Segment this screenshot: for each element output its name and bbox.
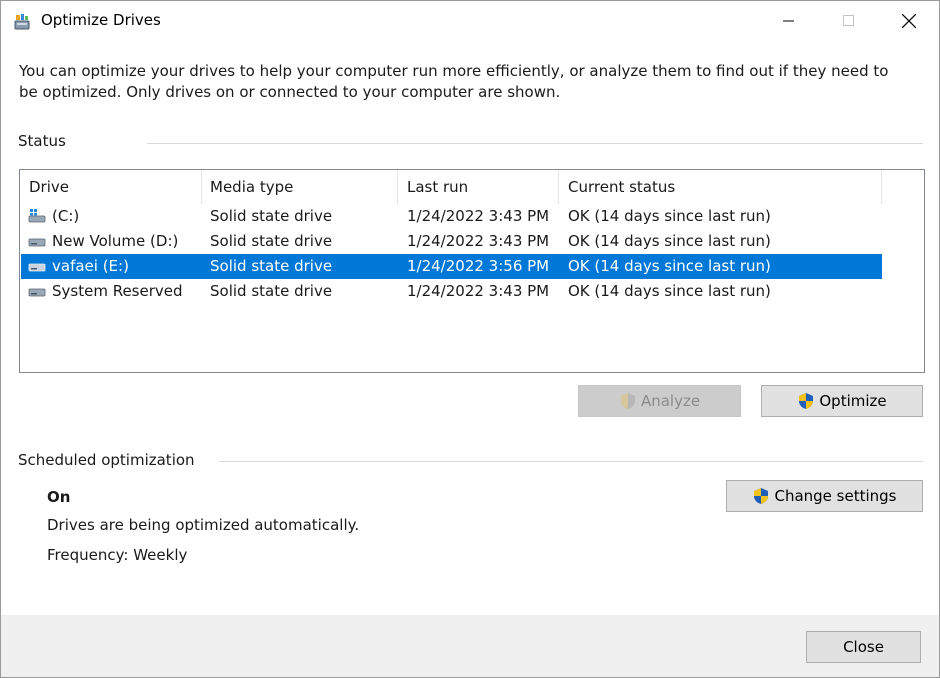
title-bar[interactable]: Optimize Drives [1,1,939,41]
status-separator [147,143,923,144]
drive-name: New Volume (D:) [52,232,179,250]
drives-list[interactable]: Drive Media type Last run Current status… [19,169,925,373]
optimize-label: Optimize [819,392,887,410]
drive-name: System Reserved [52,282,183,300]
drive-name: (C:) [52,207,80,225]
column-header-drive[interactable]: Drive [20,170,201,204]
last-run: 1/24/2022 3:43 PM [407,232,550,250]
last-run: 1/24/2022 3:43 PM [407,207,550,225]
minimize-icon [783,20,794,22]
schedule-state: On [47,488,71,506]
column-header-media-type[interactable]: Media type [201,170,397,204]
status-label: Status [18,132,66,150]
column-divider[interactable] [881,170,882,204]
scheduled-separator [219,461,923,462]
last-run: 1/24/2022 3:56 PM [407,257,550,275]
media-type: Solid state drive [210,207,333,225]
optimize-button[interactable]: Optimize [761,385,923,417]
close-button[interactable]: Close [806,631,921,663]
maximize-icon [843,15,854,26]
close-window-button[interactable] [879,1,939,41]
drive-row[interactable]: (C:) Solid state drive 1/24/2022 3:43 PM… [21,204,882,229]
schedule-description: Drives are being optimized automatically… [47,516,360,534]
close-label: Close [843,638,884,656]
intro-text: You can optimize your drives to help you… [19,62,889,101]
change-settings-label: Change settings [774,487,897,505]
media-type: Solid state drive [210,257,333,275]
schedule-frequency: Frequency: Weekly [47,546,188,564]
current-status: OK (14 days since last run) [568,207,771,225]
current-status: OK (14 days since last run) [568,282,771,300]
minimize-button[interactable] [759,1,819,41]
maximize-button [819,1,879,41]
analyze-label: Analyze [640,392,701,410]
drive-row[interactable]: System Reserved Solid state drive 1/24/2… [21,279,882,304]
dialog-footer: Close [1,615,939,677]
uac-shield-icon [754,488,769,504]
current-status: OK (14 days since last run) [568,257,771,275]
system-drive-icon [28,209,46,223]
drive-row-selected[interactable]: vafaei (E:) Solid state drive 1/24/2022 … [21,254,882,279]
column-header-last-run[interactable]: Last run [398,170,558,204]
current-status: OK (14 days since last run) [568,232,771,250]
last-run: 1/24/2022 3:43 PM [407,282,550,300]
window-title: Optimize Drives [41,11,161,29]
change-settings-button[interactable]: Change settings [726,480,923,512]
drive-name: vafaei (E:) [52,257,129,275]
drive-row[interactable]: New Volume (D:) Solid state drive 1/24/2… [21,229,882,254]
drive-icon [28,263,46,272]
drive-icon [28,288,46,297]
close-icon [902,14,916,28]
column-header-current-status[interactable]: Current status [559,170,881,204]
media-type: Solid state drive [210,232,333,250]
scheduled-optimization-label: Scheduled optimization [18,451,195,469]
media-type: Solid state drive [210,282,333,300]
uac-shield-icon [799,393,814,409]
analyze-button: Analyze [578,385,741,417]
uac-shield-icon [620,393,635,409]
optimize-drives-window: Optimize Drives You can optimize your dr… [0,0,940,678]
defrag-app-icon [14,14,30,30]
drive-icon [28,238,46,247]
